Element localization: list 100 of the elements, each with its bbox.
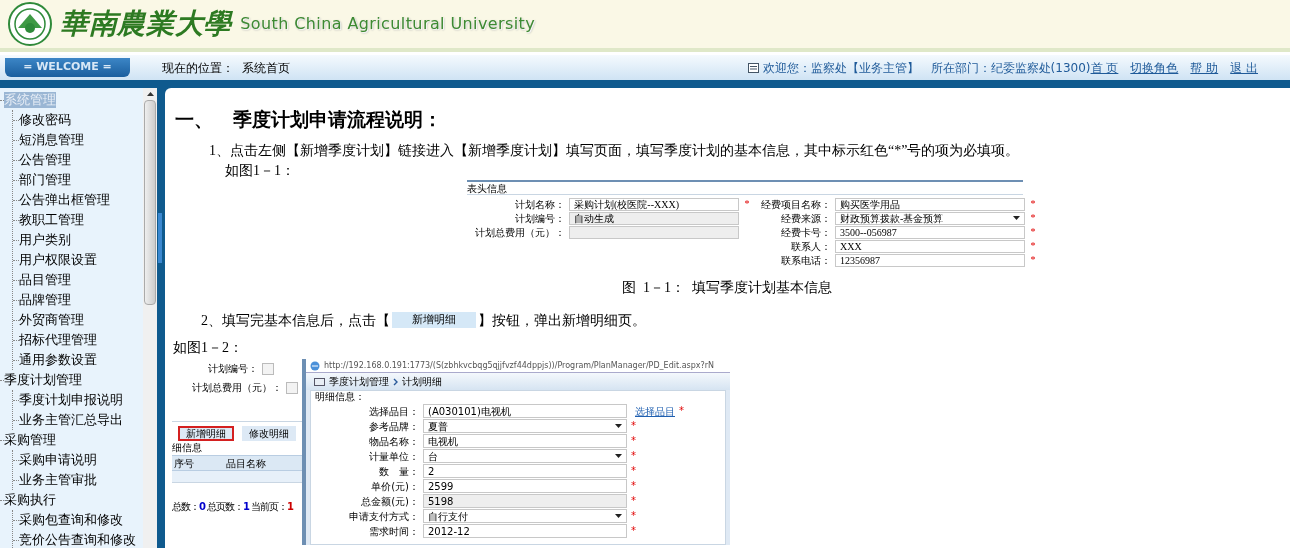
input-field[interactable] — [262, 362, 274, 375]
nav-link[interactable]: 退 出 — [1230, 58, 1258, 77]
field-label: 经费卡号： — [780, 225, 831, 240]
input-field[interactable]: 采购计划(校医院--XXX) — [569, 197, 739, 211]
tree-item[interactable]: 季度计划申报说明 — [19, 392, 123, 408]
input-field[interactable]: 2 — [423, 464, 627, 478]
nav-link[interactable]: 首 页 — [1090, 58, 1119, 77]
field-label: 选择品目： — [368, 404, 419, 419]
university-emblem-icon — [8, 2, 52, 46]
input-field[interactable]: 2599 — [423, 479, 627, 493]
required-mark: * — [1030, 213, 1036, 223]
card-icon — [747, 62, 759, 73]
required-mark: * — [1030, 227, 1036, 237]
field-label: 总金额(元)： — [360, 494, 419, 509]
input-field[interactable]: 电视机 — [423, 434, 627, 448]
tree-item[interactable]: 招标代理管理 — [19, 332, 97, 348]
select-field[interactable]: 夏普 — [423, 419, 627, 433]
input-field[interactable]: 自动生成 — [569, 211, 739, 225]
welcome-label: 欢迎您： — [762, 59, 811, 77]
pager-label: 总页数： — [206, 500, 243, 514]
figure-reference: 如图1－1： — [224, 162, 296, 180]
pager-value: 1 — [242, 500, 249, 514]
tree-item[interactable]: 公告弹出框管理 — [19, 192, 110, 208]
field-label: 申请支付方式： — [348, 509, 419, 524]
field-label: 经费来源： — [780, 211, 831, 226]
field-label: 计划名称： — [514, 197, 565, 212]
input-field[interactable]: 5198 — [423, 494, 627, 508]
input-field[interactable]: (A030101)电视机 — [423, 404, 627, 418]
required-mark: * — [1030, 241, 1036, 251]
field-label: 计划总费用（元）： — [192, 381, 282, 395]
dropdown-caret-icon — [615, 514, 622, 518]
input-field[interactable]: XXX — [835, 239, 1025, 253]
nav-link[interactable]: 切换角色 — [1130, 58, 1179, 77]
required-mark: * — [631, 481, 636, 491]
splitter-handle[interactable] — [158, 213, 162, 263]
tree-item[interactable]: 业务主管审批 — [19, 472, 97, 488]
pager-value: 1 — [286, 500, 293, 514]
pager-label: 总数： — [172, 500, 199, 514]
tree-item[interactable]: 用户权限设置 — [19, 252, 97, 268]
tree-item[interactable]: 采购包查询和修改 — [19, 512, 123, 528]
url-text: http://192.168.0.191:1773/(S(zbhkvcbqg5qjjfvzf44dppjs))/Program/PlanManager/PD_Edit.aspx?rN — [324, 359, 715, 372]
tree-item[interactable]: 短消息管理 — [19, 132, 84, 148]
breadcrumb-item: 计划明细 — [402, 375, 442, 389]
required-mark: * — [1030, 199, 1036, 209]
tree-item[interactable]: 用户类别 — [19, 232, 71, 248]
required-mark: * — [631, 526, 636, 536]
tree-item[interactable]: 业务主管汇总导出 — [19, 412, 123, 428]
user-name: 监察处【业务主管】 — [810, 59, 919, 77]
tree-item[interactable]: 公告管理 — [19, 152, 71, 168]
nav-link[interactable]: 帮 助 — [1190, 58, 1219, 77]
logo-chinese-text: 華南農業大學 — [60, 6, 233, 42]
field-label: 需求时间： — [368, 524, 419, 539]
tree-item[interactable]: 竞价公告查询和修改 — [19, 532, 136, 548]
pager-value: 0 — [199, 500, 205, 514]
required-mark: * — [679, 406, 684, 416]
tree-item[interactable]: 采购申请说明 — [19, 452, 97, 468]
toolbar-button[interactable]: 新增明细 — [178, 426, 234, 441]
select-field[interactable]: 自行支付 — [423, 509, 627, 523]
dropdown-caret-icon — [615, 454, 622, 458]
required-mark: * — [744, 199, 750, 209]
button-image: 新增明细 — [392, 312, 476, 328]
tree-item[interactable]: 品目管理 — [19, 272, 71, 288]
heading-number: 一、 — [175, 107, 213, 132]
field-label: 经费项目名称： — [760, 197, 831, 212]
tree-item[interactable]: 采购管理 — [4, 432, 56, 448]
toolbar-button[interactable]: 修改明细 — [242, 426, 296, 441]
step-text: 1、点击左侧【新增季度计划】链接进入【新增季度计划】填写页面，填写季度计划的基本信息，其中标示红色“*”号的项为必填项。 — [208, 142, 1021, 160]
tree-item[interactable]: 通用参数设置 — [19, 352, 97, 368]
section-legend: 明细信息： — [315, 391, 721, 404]
select-link[interactable]: 选择品目 — [635, 403, 675, 419]
select-field[interactable]: 台 — [423, 449, 627, 463]
field-label: 联系人： — [790, 239, 831, 254]
required-mark: * — [631, 421, 636, 431]
required-mark: * — [1030, 255, 1036, 265]
input-field[interactable]: 12356987 — [835, 253, 1025, 267]
input-field[interactable] — [286, 381, 298, 394]
dropdown-caret-icon — [615, 424, 622, 428]
tree-item[interactable]: 品牌管理 — [19, 292, 71, 308]
tree-item[interactable]: 教职工管理 — [19, 212, 84, 228]
scrollbar[interactable] — [143, 88, 157, 548]
field-label: 联系电话： — [780, 253, 831, 268]
tree-item[interactable]: 季度计划管理 — [4, 372, 82, 388]
figure-reference: 如图1－2： — [172, 339, 244, 357]
select-field[interactable]: 财政预算拨款-基金预算 — [835, 211, 1025, 225]
input-field[interactable]: 购买医学用品 — [835, 197, 1025, 211]
department-name: 纪委监察处(1300) — [990, 59, 1091, 77]
tree-item[interactable]: 修改密码 — [19, 112, 71, 128]
input-field[interactable] — [569, 225, 739, 239]
scrollbar-thumb[interactable] — [144, 100, 156, 305]
field-label: 计划编号： — [514, 211, 565, 226]
scroll-up-icon[interactable] — [146, 92, 154, 96]
step-text: 】按钮，弹出新增明细页。 — [478, 311, 646, 330]
location-label: 现在的位置： — [162, 59, 234, 77]
breadcrumb-item: 季度计划管理 — [329, 375, 389, 389]
tree-item[interactable]: 采购执行 — [4, 492, 56, 508]
input-field[interactable]: 3500--056987 — [835, 225, 1025, 239]
tree-item[interactable]: 部门管理 — [19, 172, 71, 188]
input-field[interactable]: 2012-12 — [423, 524, 627, 538]
section-heading: 季度计划申请流程说明： — [233, 107, 442, 132]
tree-item[interactable]: 外贸商管理 — [19, 312, 84, 328]
